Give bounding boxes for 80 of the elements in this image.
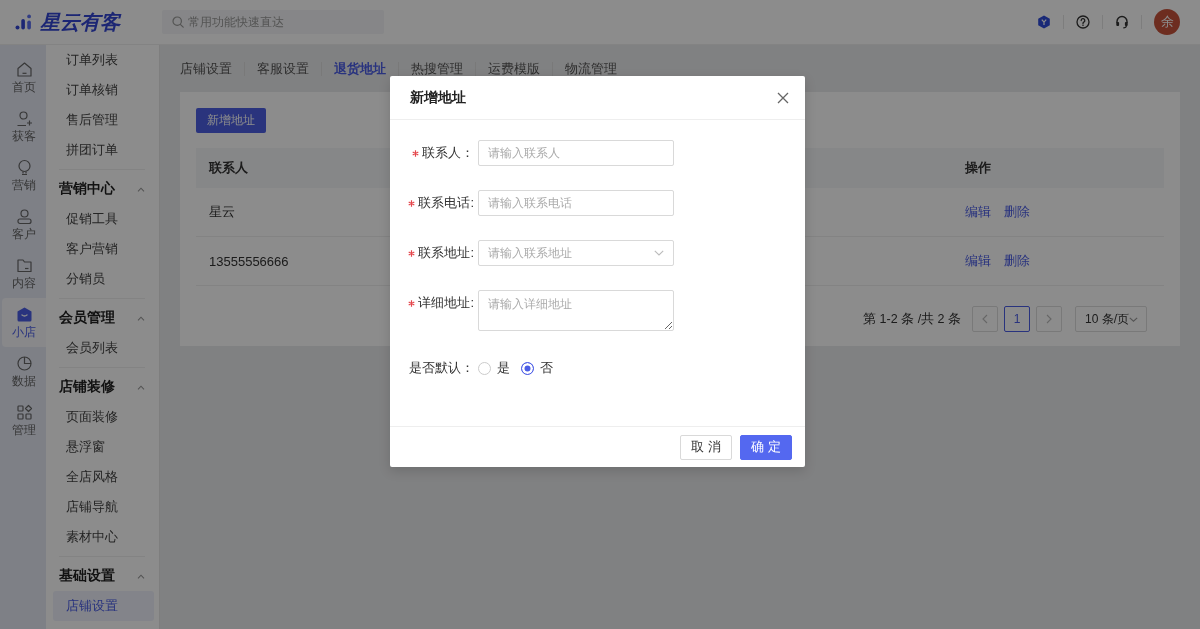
hexagon-icon[interactable]	[1037, 15, 1051, 29]
tab[interactable]: 热搜管理	[399, 58, 475, 79]
tab[interactable]: 运费模版	[476, 58, 552, 79]
rail-item[interactable]: 管理	[2, 396, 46, 445]
menu-item[interactable]: 页面装修	[53, 402, 154, 432]
folder-icon	[15, 257, 33, 274]
table-header-cell: 操作	[965, 160, 991, 175]
action-link[interactable]: 编辑	[965, 203, 991, 221]
menu-item[interactable]: 分销员	[53, 264, 154, 294]
menu-group-header[interactable]: 营销中心	[46, 174, 159, 204]
select-field[interactable]: 请输入联系地址	[478, 240, 674, 266]
bulb-icon	[15, 159, 33, 176]
table-cell: 13555556666	[209, 253, 289, 269]
menu-item[interactable]: 会员列表	[53, 333, 154, 363]
menu-item[interactable]: 客户营销	[53, 234, 154, 264]
textarea-field[interactable]: 请输入详细地址	[478, 290, 674, 331]
home-icon	[15, 61, 33, 78]
menu-item[interactable]: 素材中心	[53, 522, 154, 552]
menu-item[interactable]: 售后管理	[53, 105, 154, 135]
tab[interactable]: 店铺设置	[180, 58, 244, 79]
cancel-button[interactable]: 取 消	[680, 434, 732, 460]
form-label: 联系电话:	[418, 194, 474, 212]
page-size-select[interactable]: 10 条/页	[1075, 306, 1147, 332]
chevron-down-icon	[654, 250, 664, 256]
dialog-title: 新增地址	[410, 88, 466, 107]
form-label: 详细地址:	[418, 294, 474, 312]
add-button[interactable]: 新增地址	[196, 108, 266, 133]
logo-text: 星云有客	[40, 9, 120, 35]
menu-item[interactable]: 悬浮窗	[53, 432, 154, 462]
close-icon	[777, 91, 789, 104]
radio-button[interactable]	[521, 361, 534, 375]
menu-item[interactable]: 订单列表	[53, 45, 154, 75]
rail-item[interactable]: 营销	[2, 151, 46, 200]
tab[interactable]: 客服设置	[245, 58, 321, 79]
action-link[interactable]: 编辑	[965, 252, 991, 270]
rail-item[interactable]: 首页	[2, 53, 46, 102]
rail-item[interactable]: 内容	[2, 249, 46, 298]
action-link[interactable]: 删除	[1004, 252, 1030, 270]
menu-group-header[interactable]: 基础设置	[46, 561, 159, 591]
avatar[interactable]: 余	[1154, 9, 1180, 35]
menu-item[interactable]: 店铺导航	[53, 492, 154, 522]
menu-item[interactable]: 促销工具	[53, 204, 154, 234]
confirm-button[interactable]: 确 定	[740, 434, 792, 460]
form-label: 联系地址:	[418, 244, 474, 262]
form-label: 联系人：	[422, 144, 474, 162]
menu-item[interactable]: 全店风格	[53, 462, 154, 492]
rail-item[interactable]: 小店	[2, 298, 46, 347]
page-button[interactable]: 1	[1004, 306, 1030, 332]
tab[interactable]: 物流管理	[553, 58, 629, 79]
search-icon	[172, 16, 184, 28]
help-icon[interactable]	[1076, 15, 1090, 29]
person-icon	[15, 208, 33, 225]
pie-chart-icon	[15, 355, 33, 372]
chevron-left-icon	[982, 314, 988, 324]
table-header-cell: 联系人	[209, 160, 248, 175]
rail-item[interactable]: 数据	[2, 347, 46, 396]
headset-icon[interactable]	[1115, 15, 1129, 29]
chevron-right-icon	[1046, 314, 1052, 324]
table-cell: 星云	[209, 204, 235, 219]
radio-label[interactable]: 是	[497, 359, 510, 377]
menu-group-header[interactable]: 店铺装修	[46, 372, 159, 402]
logo-icon	[15, 14, 33, 30]
person-plus-icon	[15, 110, 33, 127]
menu-item[interactable]: 拼团订单	[53, 135, 154, 165]
menu-item[interactable]: 店铺设置	[53, 591, 154, 621]
close-button[interactable]	[777, 91, 789, 104]
radio-label[interactable]: 否	[540, 359, 553, 377]
pagination-summary: 第 1-2 条 /共 2 条	[863, 310, 961, 328]
chevron-down-icon	[1129, 316, 1138, 322]
grid-icon	[15, 404, 33, 421]
form-label: 是否默认：	[409, 359, 474, 377]
rail-item[interactable]: 客户	[2, 200, 46, 249]
menu-item[interactable]: 订单核销	[53, 75, 154, 105]
rail-item[interactable]: 获客	[2, 102, 46, 151]
tab[interactable]: 退货地址	[322, 58, 398, 79]
action-link[interactable]: 删除	[1004, 203, 1030, 221]
shop-icon	[15, 306, 33, 323]
input-field[interactable]: 请输入联系电话	[478, 190, 674, 216]
input-field[interactable]: 请输入联系人	[478, 140, 674, 166]
menu-group-header[interactable]: 会员管理	[46, 303, 159, 333]
